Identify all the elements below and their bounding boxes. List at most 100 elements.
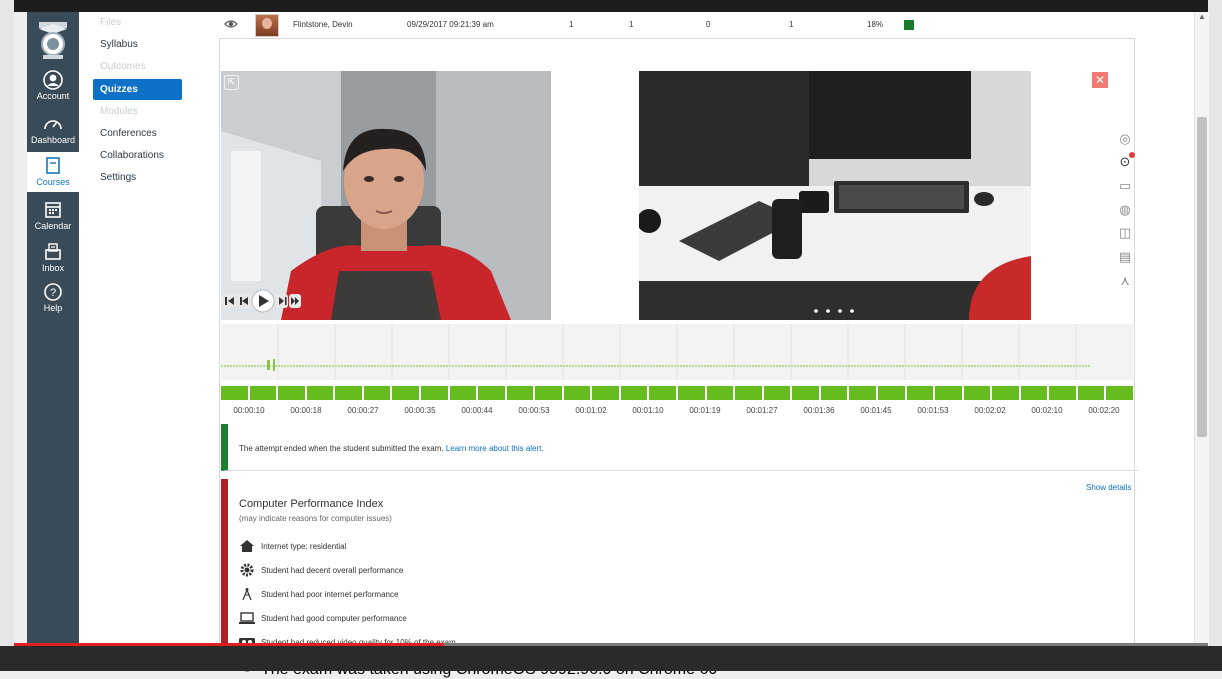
calendar-icon [45,202,61,218]
timeline-segment[interactable] [1077,386,1105,400]
nav-help[interactable]: ? Help [27,278,79,318]
video-frame-right [1208,0,1222,671]
timeline-segment[interactable] [420,386,448,400]
timeline-segment[interactable] [1106,386,1133,400]
student-attempt-row[interactable]: Flintstone, Devin 09/29/2017 09:21:39 am… [219,12,1194,38]
help-icon: ? [44,283,62,301]
timeline-segment[interactable] [678,386,705,400]
global-navigation: Account Dashboard Courses Calendar Inbox [27,12,79,646]
pdf-icon[interactable]: ⋏ [1117,273,1133,289]
nav-inbox-label: Inbox [41,263,65,273]
timeline-segment[interactable] [992,386,1019,400]
timeline-segment[interactable] [563,386,591,400]
timeline-segment[interactable] [592,386,619,400]
timeline-segment[interactable] [306,386,334,400]
eye-icon[interactable] [224,17,238,31]
room-scan-image [639,71,1031,320]
timeline-segment[interactable] [763,386,791,400]
step-forward-icon[interactable] [276,294,288,308]
nav-account[interactable]: Account [27,66,79,106]
course-nav-conferences[interactable]: Conferences [93,123,182,144]
attempt-datetime: 09/29/2017 09:21:39 am [407,20,494,29]
timeline-segment[interactable] [278,386,305,400]
timeline-segment[interactable] [221,386,248,400]
globe-icon[interactable]: ◍ [1117,202,1133,218]
attempt-col-4: 1 [789,20,794,29]
computer-performance-section: Show details Computer Performance Index … [221,479,1139,649]
nav-dashboard[interactable]: Dashboard [27,110,79,150]
timeline-segment[interactable] [478,386,505,400]
timeline-tick-label: 00:00:10 [233,406,265,415]
attempt-col-2: 1 [629,20,634,29]
timeline-segment[interactable] [363,386,391,400]
webcam-video[interactable] [221,71,551,320]
playback-controls[interactable] [221,288,303,314]
timeline-segment[interactable] [706,386,734,400]
scrollbar-thumb[interactable] [1197,117,1207,437]
timeline-segment[interactable] [849,386,876,400]
timeline-segment[interactable] [935,386,962,400]
timeline-segment[interactable] [449,386,477,400]
activity-waveform [221,324,1091,380]
popout-icon[interactable]: ⇱ [224,75,239,90]
nav-dashboard-label: Dashboard [30,135,76,145]
timeline-segment[interactable] [335,386,362,400]
step-back-icon[interactable] [237,294,251,308]
fast-forward-icon[interactable] [289,294,301,308]
timeline-segment[interactable] [506,386,534,400]
timeline-tick-label: 00:02:02 [974,406,1006,415]
timeline-segment[interactable] [1020,386,1048,400]
performance-item-text: Internet type: residential [261,542,347,551]
close-video-button[interactable]: ✕ [1092,72,1108,88]
performance-item-text: Student had poor internet performance [261,590,399,599]
timeline-segment[interactable] [1049,386,1076,400]
notification-badge [1129,152,1135,158]
course-nav-quizzes[interactable]: Quizzes [93,79,182,100]
room-scan-video[interactable] [639,71,1031,320]
timeline-segment[interactable] [792,386,819,400]
timeline-segment[interactable] [906,386,934,400]
media-tool-icon[interactable]: ⊙ [1117,152,1135,170]
timeline-segment[interactable] [963,386,991,400]
timeline-segment[interactable] [620,386,648,400]
screen-tool-icon[interactable]: ▭ [1117,178,1133,194]
nav-inbox[interactable]: Inbox [27,238,79,278]
timeline-segment[interactable] [249,386,277,400]
book-tool-icon[interactable]: ◫ [1117,225,1133,241]
timeline-bar[interactable] [221,386,1133,400]
user-circle-icon [43,70,63,90]
course-nav-modules[interactable]: Modules [93,101,182,122]
course-nav-outcomes[interactable]: Outcomes [93,56,182,77]
show-details-link[interactable]: Show details [1086,483,1131,492]
rewind-icon[interactable] [222,294,236,308]
webcam-tool-icon[interactable]: ◎ [1117,131,1133,147]
page-scrollbar[interactable]: ▲ [1194,12,1209,646]
timeline-segment[interactable] [820,386,848,400]
course-nav-collaborations[interactable]: Collaborations [93,145,182,166]
nav-courses[interactable]: Courses [27,152,79,192]
performance-item-text: Student had good computer performance [261,614,407,623]
timeline-segment[interactable] [649,386,676,400]
timeline-tick-label: 00:01:36 [803,406,835,415]
course-nav-syllabus[interactable]: Syllabus [93,34,182,55]
id-card-icon[interactable]: ▤ [1117,249,1133,265]
dashboard-icon [44,120,62,130]
performance-title: Computer Performance Index [239,498,384,510]
play-icon[interactable] [251,289,275,313]
student-name[interactable]: Flintstone, Devin [293,20,353,29]
timeline-tick-label: 00:01:10 [632,406,664,415]
nav-help-label: Help [43,303,63,313]
timeline-activity-graph[interactable] [221,324,1133,380]
course-nav-files[interactable]: Files [93,12,182,33]
timeline-segment[interactable] [735,386,762,400]
timeline-segment[interactable] [392,386,419,400]
institution-logo-icon[interactable] [36,22,70,60]
scroll-up-icon[interactable]: ▲ [1198,12,1206,21]
course-nav-settings[interactable]: Settings [93,167,182,188]
timeline-segment[interactable] [877,386,905,400]
review-panel: ⇱ ✕ ◎ ⊙ ▭ ◍ ◫ ▤ ⋏ 00:00:10 00:00:18 00:0… [219,38,1139,678]
alert-learn-more-link[interactable]: Learn more about this alert. [446,444,544,453]
attempt-alert: The attempt ended when the student submi… [221,424,1139,471]
timeline-segment[interactable] [535,386,562,400]
nav-calendar[interactable]: Calendar [27,196,79,236]
